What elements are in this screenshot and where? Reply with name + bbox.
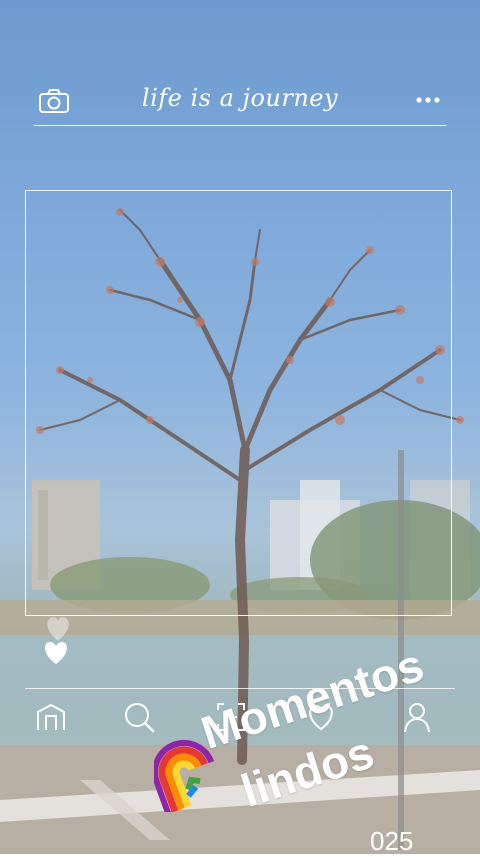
more-dots-icon[interactable] [414, 92, 444, 108]
story-text-sticker[interactable]: Momentos lindos [150, 638, 480, 854]
sticker-line-1: Momentos [194, 638, 430, 759]
header-divider [34, 125, 446, 126]
rainbow-icon [152, 732, 215, 815]
year-fragment: 025 [370, 826, 414, 856]
top-bar: life is a journey [0, 70, 480, 130]
home-icon[interactable] [34, 700, 68, 734]
page-title: life is a journey [141, 84, 339, 112]
heart-icon[interactable] [38, 612, 78, 672]
photo-frame[interactable] [25, 190, 452, 616]
